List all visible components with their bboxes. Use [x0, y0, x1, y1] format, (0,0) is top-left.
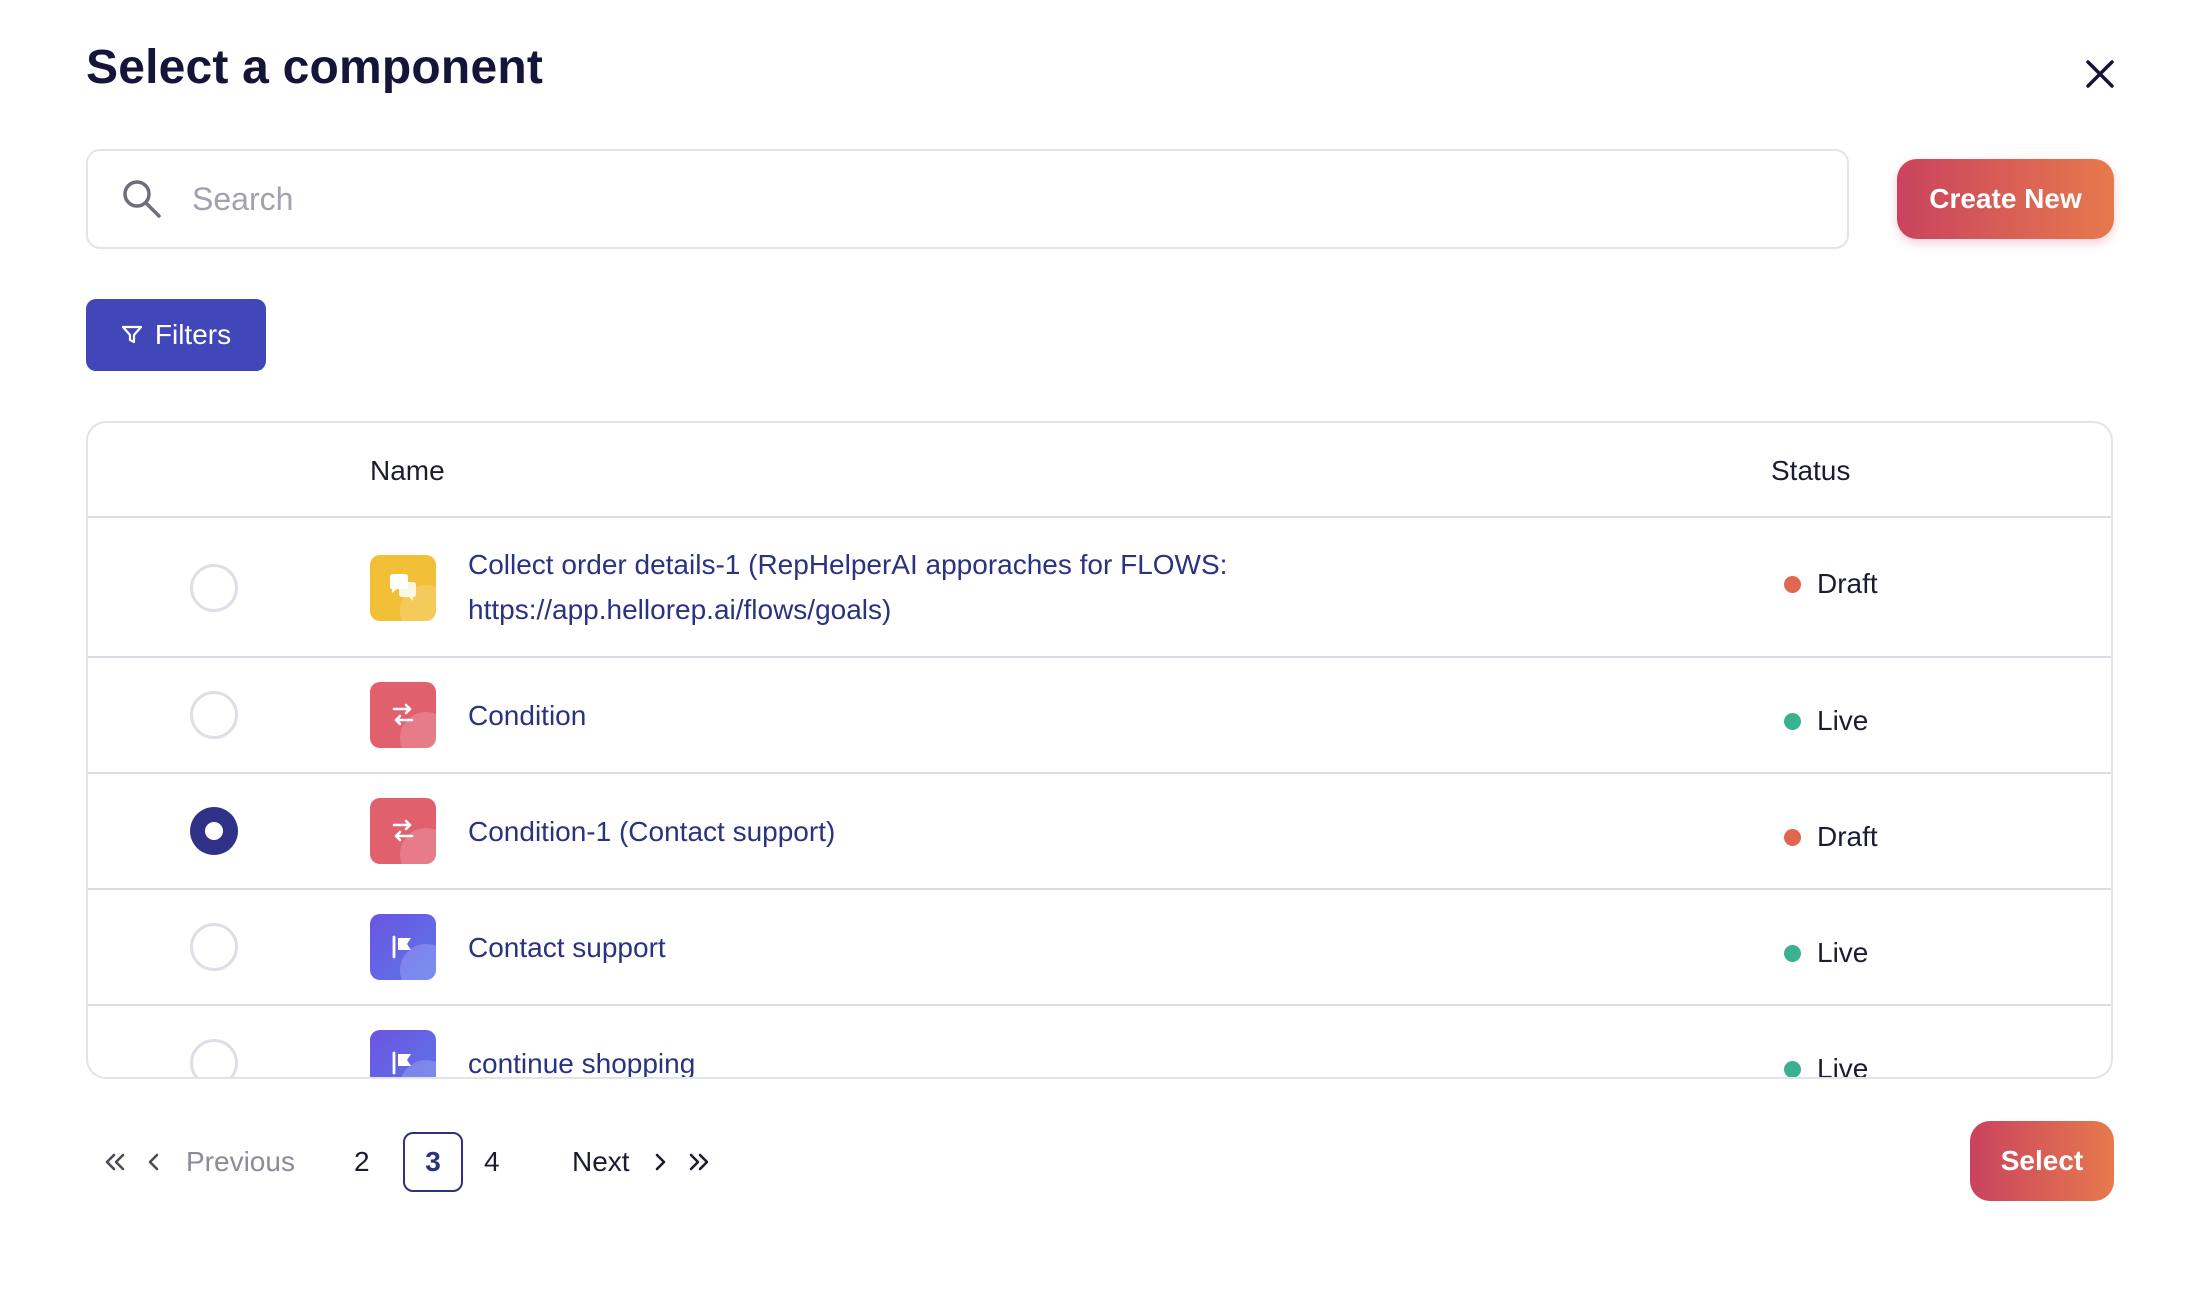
chevron-right-icon	[655, 1153, 666, 1171]
status-dot-live	[1784, 944, 1801, 962]
status-dot-live	[1784, 712, 1801, 730]
status-dot-live	[1784, 1060, 1801, 1077]
create-new-button[interactable]: Create New	[1897, 159, 2114, 239]
status-label: Draft	[1817, 568, 1878, 599]
components-table: Name Status Collect order details-1 (Rep…	[86, 421, 2113, 1079]
row-radio[interactable]	[190, 691, 238, 739]
status-label: Draft	[1817, 821, 1878, 852]
table-row[interactable]: Collect order details-1 (RepHelperAI app…	[88, 518, 2111, 658]
status-badge: Live	[1784, 705, 1868, 737]
row-name-line-2: https://app.hellorep.ai/flows/goals)	[468, 594, 892, 625]
select-component-dialog: Select a component Create New Filters Na…	[0, 0, 2208, 1314]
row-radio[interactable]	[190, 923, 238, 971]
status-badge: Live	[1784, 1053, 1869, 1079]
page-button-4[interactable]: 4	[484, 1132, 500, 1192]
table-row[interactable]: continue shopping Live	[88, 1006, 2111, 1079]
table-row[interactable]: Condition-1 (Contact support) Draft	[88, 774, 2111, 890]
status-badge: Live	[1784, 937, 1868, 969]
close-icon	[2086, 60, 2114, 88]
table-row[interactable]: Condition Live	[88, 658, 2111, 774]
row-radio-selected[interactable]	[190, 807, 238, 855]
row-name[interactable]: continue shopping	[468, 1041, 695, 1077]
status-badge: Draft	[1784, 568, 1878, 600]
status-dot-draft	[1784, 575, 1801, 593]
flag-icon	[370, 914, 436, 980]
filters-label: Filters	[154, 319, 232, 350]
filter-icon	[121, 325, 142, 344]
pagination: Previous 2 3 4 Next	[86, 1132, 786, 1192]
row-name[interactable]: Collect order details-1 (RepHelperAI app…	[468, 542, 1227, 632]
column-header-name: Name	[370, 455, 445, 486]
condition-icon	[370, 682, 436, 748]
row-name[interactable]: Condition	[468, 693, 586, 738]
close-button[interactable]	[2076, 50, 2124, 98]
previous-page-button[interactable]: Previous	[186, 1132, 295, 1192]
status-label: Live	[1817, 937, 1869, 968]
select-button[interactable]: Select	[1970, 1121, 2114, 1201]
flag-icon	[370, 1030, 436, 1077]
column-header-status: Status	[1771, 455, 1851, 486]
double-chevron-left-icon	[105, 1153, 125, 1171]
filters-button[interactable]: Filters	[86, 299, 266, 371]
next-page-icon-button[interactable]	[650, 1132, 670, 1192]
condition-icon	[370, 798, 436, 864]
dialog-title: Select a component	[86, 41, 544, 94]
search-field[interactable]	[86, 149, 1849, 249]
double-chevron-right-icon	[689, 1153, 709, 1171]
status-label: Live	[1817, 1053, 1869, 1079]
search-input[interactable]	[192, 169, 1847, 229]
chat-bubbles-icon	[370, 555, 436, 621]
status-badge: Draft	[1784, 821, 1878, 853]
previous-page-icon-button[interactable]	[144, 1132, 164, 1192]
next-page-button[interactable]: Next	[572, 1132, 630, 1192]
row-name-line-1: Collect order details-1 (RepHelperAI app…	[468, 549, 1228, 580]
search-icon	[120, 177, 164, 221]
page-button-current[interactable]: 3	[403, 1132, 463, 1192]
status-label: Live	[1817, 705, 1869, 736]
row-radio[interactable]	[190, 1039, 238, 1077]
last-page-button[interactable]	[684, 1132, 714, 1192]
row-name[interactable]: Condition-1 (Contact support)	[468, 809, 835, 854]
page-button-2[interactable]: 2	[354, 1132, 370, 1192]
table-row[interactable]: Contact support Live	[88, 890, 2111, 1006]
chevron-left-icon	[148, 1153, 159, 1171]
first-page-button[interactable]	[100, 1132, 130, 1192]
row-radio[interactable]	[190, 564, 238, 612]
table-header: Name Status	[88, 423, 2111, 518]
row-name[interactable]: Contact support	[468, 925, 666, 970]
status-dot-draft	[1784, 828, 1801, 846]
